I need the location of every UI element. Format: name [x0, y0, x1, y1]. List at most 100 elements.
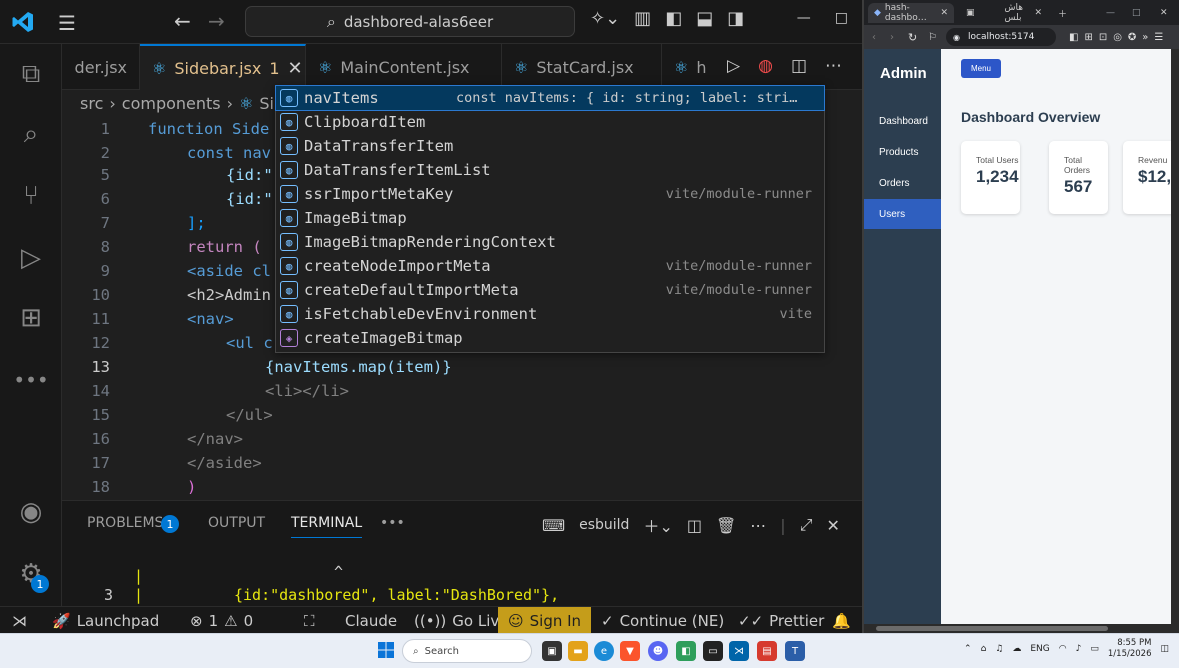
- task-view-icon[interactable]: ▣: [542, 641, 562, 661]
- vscode-taskbar-icon[interactable]: ⋊: [729, 641, 749, 661]
- source-control-icon[interactable]: ⑂: [15, 180, 47, 212]
- bookmark-icon[interactable]: ⚐: [928, 32, 937, 43]
- run-debug-icon[interactable]: ▷: [15, 242, 47, 274]
- discord-icon[interactable]: ☻: [648, 641, 668, 661]
- browser-extension-icons[interactable]: ◧⊞⊡◎✪»☰: [1069, 32, 1169, 43]
- microphone-icon[interactable]: ♫: [995, 644, 1003, 654]
- bell-icon[interactable]: 🔔: [832, 607, 851, 634]
- battery-icon[interactable]: ▭: [1090, 644, 1099, 654]
- tab-statcard[interactable]: ⚛ StatCard.jsx: [502, 44, 662, 90]
- toggle-secondary-sidebar-icon[interactable]: ◨: [727, 8, 744, 29]
- browser-tab-2[interactable]: ▣ هاش بلس ✕: [960, 3, 1048, 23]
- close-icon[interactable]: ✕: [288, 58, 303, 79]
- nav-dashboard[interactable]: Dashboard: [864, 106, 941, 136]
- tab-header[interactable]: der.jsx: [62, 44, 140, 90]
- extensions-icon[interactable]: ⊞: [15, 302, 47, 334]
- tab-maincontent[interactable]: ⚛ MainContent.jsx: [306, 44, 502, 90]
- suggestion-item[interactable]: ◍ ImageBitmapRenderingContext: [276, 230, 824, 254]
- suggestion-item[interactable]: ◍ DataTransferItem: [276, 134, 824, 158]
- pdf-icon[interactable]: ▤: [757, 641, 777, 661]
- windows-start-icon[interactable]: [378, 642, 394, 658]
- suggestion-item[interactable]: ◍ ImageBitmap: [276, 206, 824, 230]
- breadcrumb-item[interactable]: components: [122, 94, 221, 113]
- tab-terminal[interactable]: TERMINAL: [291, 515, 363, 538]
- edge-icon[interactable]: e: [594, 641, 614, 661]
- toggle-panel-icon[interactable]: ⬓: [696, 8, 713, 29]
- suggestion-item[interactable]: ◍ createNodeImportMeta vite/module-runne…: [276, 254, 824, 278]
- trash-icon[interactable]: 🗑: [716, 516, 736, 535]
- more-icon[interactable]: ⋯: [750, 516, 766, 535]
- nav-products[interactable]: Products: [864, 137, 941, 167]
- nav-orders[interactable]: Orders: [864, 168, 941, 198]
- more-icon[interactable]: •••: [380, 515, 405, 531]
- copilot-icon[interactable]: ✧⌄: [590, 8, 620, 29]
- app-icon[interactable]: ◧: [676, 641, 696, 661]
- volume-icon[interactable]: ♪: [1076, 644, 1082, 654]
- close-icon[interactable]: ✕: [940, 8, 948, 18]
- forward-icon[interactable]: ›: [890, 32, 894, 43]
- minimize-icon[interactable]: —: [1100, 3, 1121, 23]
- problems-status[interactable]: ⊗ 1 ⚠ 0: [190, 607, 253, 634]
- new-tab-icon[interactable]: ＋: [1052, 3, 1073, 23]
- notification-icon[interactable]: ◫: [1160, 644, 1169, 654]
- tab-output[interactable]: OUTPUT: [208, 515, 265, 531]
- close-panel-icon[interactable]: ✕: [827, 516, 840, 535]
- wifi-icon[interactable]: ◠: [1059, 644, 1067, 654]
- maximize-icon[interactable]: □: [1126, 3, 1147, 23]
- live-share-icon[interactable]: ◍: [758, 56, 773, 76]
- split-terminal-icon[interactable]: ◫: [687, 516, 702, 535]
- claude-status[interactable]: Claude: [345, 607, 397, 634]
- terminal-name[interactable]: esbuild: [579, 517, 629, 533]
- continue-status[interactable]: ✓ Continue (NE): [601, 607, 724, 634]
- go-live-button[interactable]: ((•)) Go Live: [414, 607, 508, 634]
- account-icon[interactable]: ◉: [15, 496, 47, 528]
- browser-tab-dashboard[interactable]: ◆ hash-dashbo… ✕: [868, 3, 954, 23]
- minimize-icon[interactable]: —: [797, 10, 811, 26]
- run-icon[interactable]: ▷: [727, 56, 740, 76]
- maximize-icon[interactable]: □: [835, 10, 848, 26]
- language-indicator[interactable]: ENG: [1030, 644, 1049, 654]
- teams-icon[interactable]: T: [785, 641, 805, 661]
- nav-users[interactable]: Users: [864, 199, 941, 229]
- tab-sidebar[interactable]: ⚛ Sidebar.jsx 1 ✕: [140, 44, 306, 90]
- chevron-up-icon[interactable]: ⌃: [964, 644, 972, 654]
- customize-layout-icon[interactable]: ▥: [634, 8, 651, 29]
- sign-in-button[interactable]: ☺ Sign In: [498, 607, 592, 634]
- explorer-icon[interactable]: ⧉: [15, 58, 47, 90]
- terminal-app-icon[interactable]: ▭: [703, 641, 723, 661]
- copilot-status-icon[interactable]: ⛶: [304, 607, 315, 634]
- forward-arrow-icon[interactable]: →: [208, 9, 225, 33]
- onedrive-icon[interactable]: ☁: [1012, 644, 1021, 654]
- search-icon[interactable]: ⌕: [15, 118, 47, 150]
- suggestion-item[interactable]: ◈ createImageBitmap: [276, 326, 824, 350]
- prettier-status[interactable]: ✓✓ Prettier: [738, 607, 824, 634]
- menu-icon[interactable]: ☰: [58, 11, 76, 35]
- suggestion-item[interactable]: ◍ isFetchableDevEnvironment vite: [276, 302, 824, 326]
- breadcrumb-item[interactable]: src: [80, 94, 103, 113]
- add-terminal-icon[interactable]: ＋⌄: [643, 513, 672, 537]
- reload-icon[interactable]: ↻: [908, 31, 917, 44]
- taskbar-search[interactable]: ⌕ Search: [402, 639, 532, 663]
- network-icon[interactable]: ⌂: [981, 644, 987, 654]
- horizontal-scrollbar[interactable]: [864, 624, 1179, 633]
- more-icon[interactable]: •••: [13, 364, 48, 396]
- suggestion-item[interactable]: ◍ DataTransferItemList: [276, 158, 824, 182]
- back-arrow-icon[interactable]: ←: [174, 9, 191, 33]
- suggestion-item[interactable]: ◍ ClipboardItem: [276, 110, 824, 134]
- close-icon[interactable]: ✕: [1034, 8, 1042, 18]
- clock[interactable]: 8:55 PM 1/15/2026: [1108, 638, 1152, 660]
- toggle-primary-sidebar-icon[interactable]: ◧: [665, 8, 682, 29]
- more-actions-icon[interactable]: ⋯: [825, 56, 842, 76]
- suggestion-item[interactable]: ◍ createDefaultImportMeta vite/module-ru…: [276, 278, 824, 302]
- maximize-panel-icon[interactable]: ⤢: [800, 515, 813, 535]
- tab-overflow[interactable]: ⚛ h: [662, 44, 722, 90]
- address-bar[interactable]: ◉ localhost:5174: [946, 28, 1056, 46]
- breadcrumb-item[interactable]: Si: [259, 94, 274, 113]
- menu-button[interactable]: Menu: [961, 59, 1001, 78]
- launchpad-item[interactable]: 🚀 Launchpad: [52, 607, 159, 634]
- command-center-search[interactable]: ⌕ dashbored-alas6eer: [245, 6, 575, 37]
- file-explorer-icon[interactable]: ▬: [568, 641, 588, 661]
- split-editor-icon[interactable]: ◫: [791, 56, 807, 76]
- scrollbar-thumb[interactable]: [876, 626, 1108, 631]
- suggestion-item-navitems[interactable]: ◍ navItems const navItems: { id: string;…: [275, 85, 825, 111]
